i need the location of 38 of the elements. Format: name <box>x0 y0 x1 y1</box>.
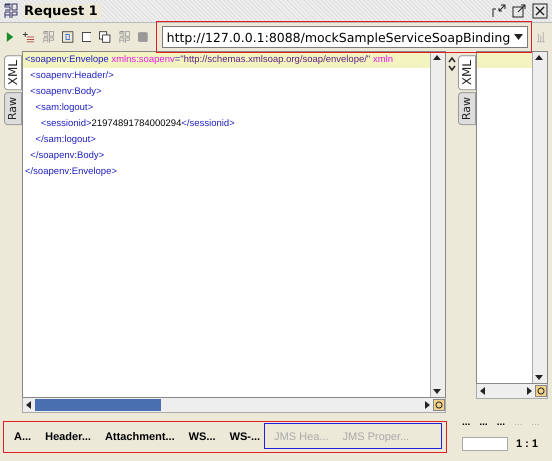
cursor-position: 1 : 1 <box>516 438 538 450</box>
editor-tab[interactable]: ... <box>496 416 506 428</box>
close-icon[interactable] <box>532 3 548 19</box>
add-lines-icon[interactable] <box>22 30 36 44</box>
xml-line: <soapenv:Body> <box>29 85 103 99</box>
zoom-icon[interactable] <box>433 399 445 411</box>
collapse-arrows-icon[interactable] <box>448 57 456 71</box>
xml-line: </soapenv:Body> <box>29 149 106 163</box>
caret-icon <box>514 34 524 40</box>
xml-line: <sessionid>21974891784000294</sessionid> <box>40 117 236 131</box>
editor-tab[interactable]: WS... <box>188 431 216 443</box>
editor-tab[interactable]: WS-... <box>230 431 260 443</box>
square-icon[interactable] <box>82 31 92 43</box>
xml-line: <soapenv:Header/> <box>29 69 115 83</box>
view-tab[interactable]: XML <box>458 55 476 90</box>
xml-line: </soapenv:Envelope> <box>24 165 118 179</box>
view-tab[interactable]: XML <box>4 55 22 90</box>
zoom-icon[interactable] <box>535 385 547 397</box>
copy-icon[interactable] <box>99 30 111 44</box>
current-line-highlight <box>477 52 532 68</box>
editor-tab[interactable]: A... <box>14 431 32 443</box>
minimize-icon[interactable] <box>492 4 506 18</box>
xml-line: </sam:logout> <box>34 133 97 147</box>
editor-tab[interactable]: ... <box>462 416 470 428</box>
editor-tab[interactable]: ... <box>479 416 488 428</box>
scrollbar-thumb[interactable] <box>35 399 161 411</box>
editor-tab[interactable]: Attachment... <box>104 431 175 443</box>
refresh-icon[interactable] <box>62 30 74 44</box>
view-tab[interactable]: Raw <box>458 92 476 126</box>
editor-tab[interactable]: Header... <box>45 431 91 443</box>
run-icon[interactable] <box>6 30 14 44</box>
view-tab[interactable]: Raw <box>4 92 22 126</box>
endpoint-dropdown[interactable]: http://127.0.0.1:8088/mockSampleServiceSoapBinding <box>162 26 528 48</box>
soap-logo-icon <box>4 3 18 19</box>
maximize-icon[interactable] <box>512 4 526 18</box>
window-title: Request 1 <box>24 4 102 18</box>
status-field <box>462 437 508 451</box>
xml-line: <sam:logout> <box>34 101 94 115</box>
